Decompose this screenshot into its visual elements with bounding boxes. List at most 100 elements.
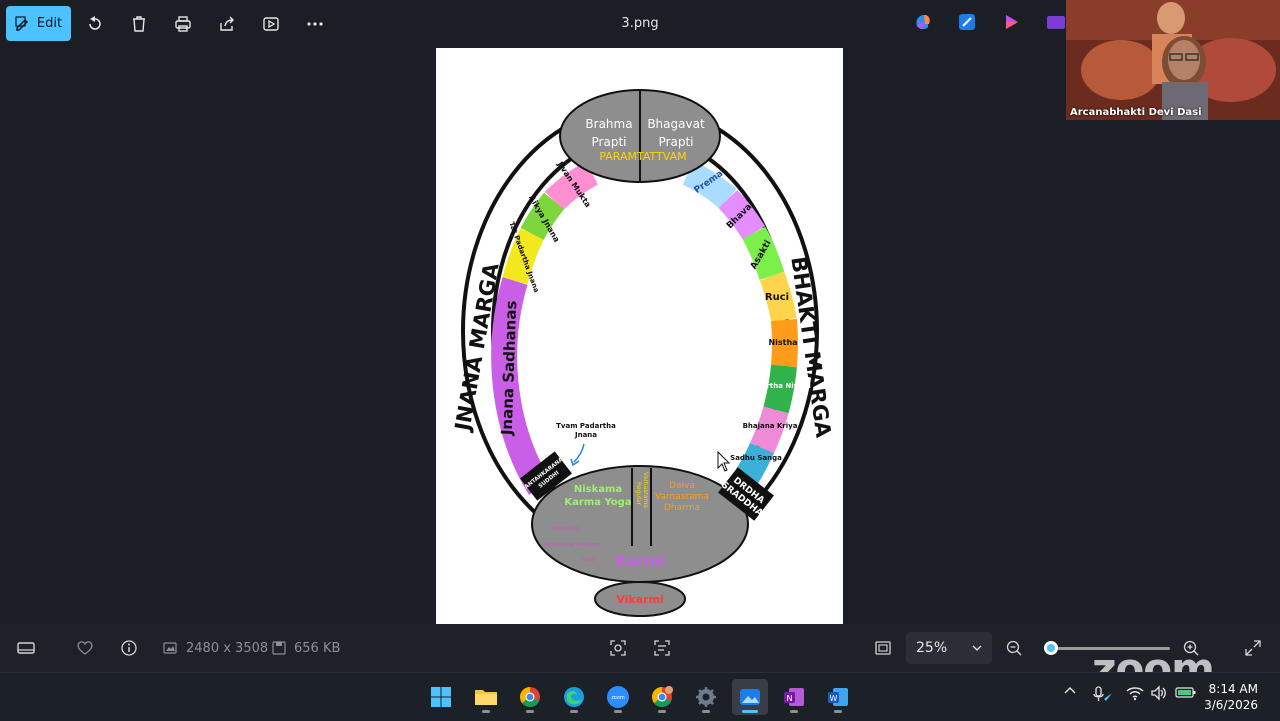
- svg-text:zoom: zoom: [611, 695, 625, 701]
- visual-search-button[interactable]: [609, 624, 627, 672]
- delete-button[interactable]: [123, 8, 155, 40]
- dimensions-info: 2480 x 3508: [162, 624, 268, 672]
- regular-label: Regular: [635, 482, 642, 506]
- settings-taskbar[interactable]: [688, 679, 724, 715]
- copilot-icon: [916, 15, 930, 30]
- participant-name: Arcanabhakti Devi Dasi: [1070, 107, 1202, 118]
- chrome-profile-taskbar[interactable]: [644, 679, 680, 715]
- photos-icon: [1047, 16, 1065, 29]
- word-taskbar[interactable]: W: [820, 679, 856, 715]
- varnasrama-label: Varnasrama: [642, 472, 649, 508]
- file-title: 3.png: [621, 16, 659, 31]
- clock-time: 8:14 AM: [1208, 682, 1258, 696]
- clipchamp-icon: [1006, 15, 1018, 29]
- microphone-icon: [1093, 686, 1112, 701]
- favorite-button[interactable]: [76, 624, 94, 672]
- chrome-taskbar[interactable]: [512, 679, 548, 715]
- photo-toolbar: Edit 3.png: [0, 0, 1066, 48]
- wifi-tray[interactable]: [1126, 685, 1144, 701]
- fit-window-icon: [875, 641, 891, 655]
- video-feed: [1066, 0, 1280, 120]
- svg-text:N: N: [787, 694, 793, 703]
- file-explorer-icon: [475, 690, 497, 705]
- ethical-life-label: Ethical Life: [552, 526, 579, 532]
- heart-icon: [77, 641, 93, 655]
- sociological-label: Sociological Worshiper: [544, 542, 601, 548]
- scan-text-icon: [654, 640, 670, 656]
- windows-taskbar: zoom N W 8:14 AM 3/6/2026: [0, 672, 1280, 721]
- marga-diagram: JNANA MARGA BHAKTI MARGA Jivan Mukta Aik…: [450, 89, 836, 617]
- taskbar-clock[interactable]: 8:14 AM 3/6/2026: [1204, 681, 1258, 713]
- volume-icon: [1151, 685, 1166, 701]
- expand-icon: [1245, 640, 1261, 656]
- volume-tray[interactable]: [1150, 685, 1168, 701]
- edge-taskbar[interactable]: [556, 679, 592, 715]
- clipchamp-button[interactable]: [1002, 12, 1022, 36]
- scan-text-button[interactable]: [653, 624, 671, 672]
- photos-extra-button[interactable]: [1046, 12, 1066, 36]
- label-nistha: Nistha: [768, 338, 797, 347]
- wifi-icon: [1126, 687, 1144, 701]
- rotate-button[interactable]: [79, 8, 111, 40]
- show-hidden-icons-button[interactable]: [1063, 685, 1077, 695]
- battery-icon: [1175, 687, 1196, 698]
- filmstrip-icon: [17, 642, 35, 654]
- photo-statusbar: 2480 x 3508 656 KB 25%: [0, 624, 1280, 672]
- chrome-icon: [520, 687, 540, 707]
- zoom-level-text: 25%: [916, 640, 948, 656]
- info-button[interactable]: [120, 624, 138, 672]
- fullscreen-button[interactable]: [1244, 624, 1262, 672]
- chevron-down-icon: [972, 645, 982, 651]
- share-button[interactable]: [211, 8, 243, 40]
- label-ruci: Ruci: [765, 292, 789, 303]
- slideshow-button[interactable]: [255, 8, 287, 40]
- mic-tray[interactable]: [1092, 685, 1114, 703]
- clock-date: 3/6/2026: [1204, 698, 1258, 712]
- mouse-pointer: [717, 450, 731, 472]
- print-button[interactable]: [167, 8, 199, 40]
- photos-taskbar[interactable]: [732, 679, 768, 715]
- paramtattvam-label: PARAMTATTVAM: [599, 150, 686, 163]
- edit-icon: [15, 15, 28, 31]
- info-icon: [121, 640, 137, 656]
- copilot-button[interactable]: [913, 12, 933, 36]
- start-button[interactable]: [423, 679, 459, 715]
- zoom-slider-thumb[interactable]: [1044, 641, 1059, 655]
- label-sadhu-sanga: Sadhu Sanga: [730, 454, 782, 462]
- onenote-taskbar[interactable]: N: [776, 679, 812, 715]
- filmstrip-button[interactable]: [16, 624, 36, 672]
- chevron-up-icon: [1064, 687, 1076, 694]
- zoom-taskbar[interactable]: zoom: [600, 679, 636, 715]
- save-disk-icon: [272, 641, 286, 655]
- fit-window-button[interactable]: [874, 624, 892, 672]
- tvam-padartha-label: Tvam Padartha Jnana: [556, 422, 616, 439]
- vikarmi-label: Vikarmi: [616, 593, 664, 606]
- zoom-level-select[interactable]: 25%: [906, 632, 992, 664]
- zoom-out-button[interactable]: [1005, 624, 1023, 672]
- edit-label: Edit: [36, 16, 63, 31]
- zoom-app-icon: zoom: [607, 686, 629, 708]
- edge-icon: [564, 687, 584, 707]
- guild-label: Guild: [582, 557, 595, 563]
- tvam-arrow: [573, 443, 585, 463]
- edit-button[interactable]: Edit: [6, 6, 71, 41]
- rotate-icon: [89, 16, 101, 30]
- label-bhajana-kriya: Bhajana Kriya: [743, 422, 798, 430]
- delete-icon: [133, 16, 145, 32]
- photos-app-icon: [740, 689, 760, 705]
- zoom-video-tile[interactable]: Arcanabhakti Devi Dasi: [1066, 0, 1280, 120]
- image-canvas[interactable]: JNANA MARGA BHAKTI MARGA Jivan Mukta Aik…: [436, 48, 843, 624]
- share-icon: [220, 16, 234, 31]
- zoom-out-icon: [1006, 640, 1022, 656]
- file-explorer-taskbar[interactable]: [468, 679, 504, 715]
- chrome-profile-icon: [652, 686, 673, 707]
- svg-text:W: W: [830, 694, 838, 703]
- filesize-text: 656 KB: [294, 640, 341, 656]
- battery-tray[interactable]: [1175, 685, 1197, 699]
- settings-icon: [696, 687, 716, 707]
- start-icon: [431, 687, 451, 707]
- word-icon: W: [828, 688, 848, 706]
- designer-button[interactable]: [957, 12, 977, 36]
- more-button[interactable]: [299, 8, 331, 40]
- onenote-icon: N: [784, 688, 804, 706]
